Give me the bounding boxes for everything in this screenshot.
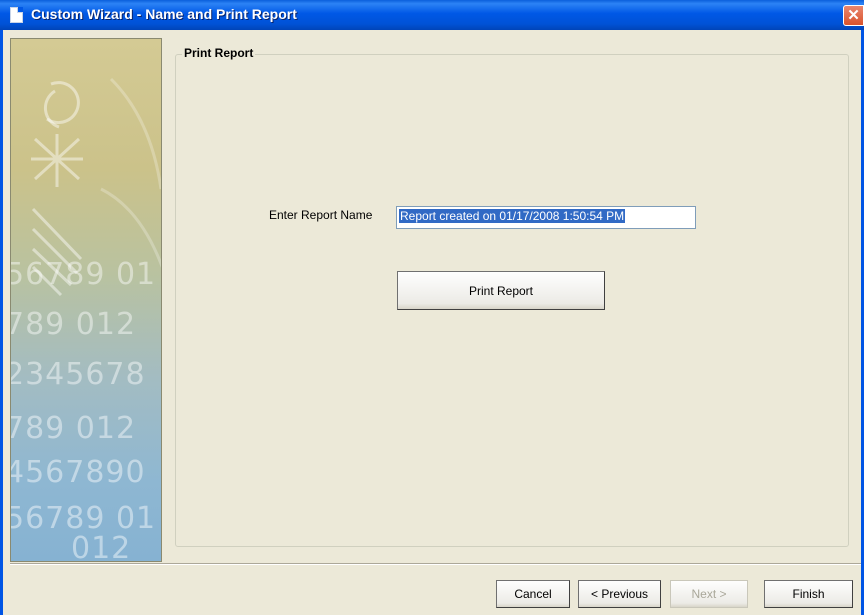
print-report-button[interactable]: Print Report [397, 271, 605, 310]
refresh-arrows-icon [46, 81, 80, 125]
previous-button[interactable]: < Previous [578, 580, 661, 608]
wizard-side-banner: 56789 01 789 012 2345678 789 012 4567890… [10, 38, 162, 562]
report-name-input[interactable]: Report created on 01/17/2008 1:50:54 PM [396, 206, 696, 229]
close-button[interactable]: ✕ [843, 5, 864, 26]
groupbox-title: Print Report [182, 46, 256, 60]
report-name-label: Enter Report Name [269, 208, 373, 222]
title-bar[interactable]: Custom Wizard - Name and Print Report ✕ [0, 0, 864, 30]
banner-digits: 56789 01 [10, 257, 157, 292]
window-title: Custom Wizard - Name and Print Report [31, 6, 297, 22]
banner-digits: 2345678 [10, 357, 146, 392]
next-button[interactable]: Next > [670, 580, 748, 608]
window-frame-left [0, 30, 3, 615]
banner-digits: 4567890 [10, 455, 146, 490]
banner-digits: 789 012 [10, 307, 137, 342]
footer-separator [10, 563, 861, 565]
cancel-button[interactable]: Cancel [496, 580, 570, 608]
banner-digits: 012 [71, 531, 132, 562]
finish-button[interactable]: Finish [764, 580, 853, 608]
asterisk-icon [31, 134, 83, 187]
document-icon [10, 7, 23, 23]
report-name-value: Report created on 01/17/2008 1:50:54 PM [399, 209, 626, 223]
banner-digits: 789 012 [10, 411, 137, 446]
